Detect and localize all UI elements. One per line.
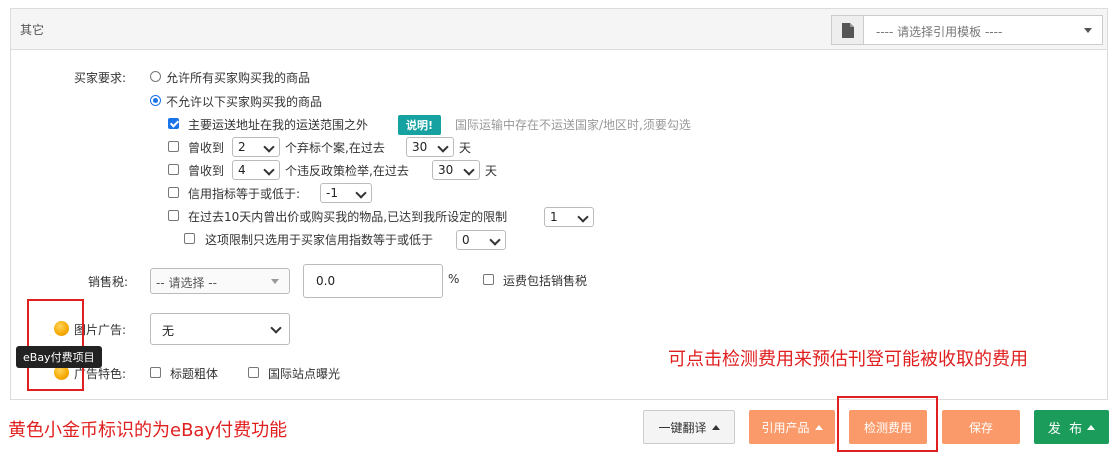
radio-allow-all[interactable] — [150, 71, 161, 82]
checkbox-shipping-tax[interactable] — [483, 274, 494, 285]
translate-button[interactable]: 一键翻译 — [643, 410, 735, 444]
checkbox-purchase-limit[interactable] — [168, 210, 179, 221]
document-icon — [831, 15, 863, 45]
limit-feedback-value: 0 — [462, 233, 470, 247]
chevron-down-icon — [463, 164, 475, 176]
unpaid-days-value: 30 — [412, 140, 428, 154]
shipping-range-label: 主要运送地址在我的运送范围之外 — [188, 118, 369, 132]
purchase-limit-select[interactable]: 1 — [544, 207, 594, 227]
percent-sign: % — [448, 272, 460, 286]
panel-title: 其它 — [20, 23, 45, 37]
cite-product-label: 引用产品 — [761, 420, 810, 435]
violations-count-value: 4 — [238, 163, 246, 177]
limit-feedback-label: 这项限制只选用于买家信用指数等于或低于 — [205, 233, 434, 247]
chevron-down-icon — [263, 164, 275, 176]
feedback-score-value: -1 — [326, 186, 338, 200]
checkbox-policy-violations[interactable] — [168, 164, 179, 175]
sales-tax-select[interactable]: -- 请选择 -- — [150, 268, 290, 294]
checkbox-feedback-score[interactable] — [168, 187, 179, 198]
caret-up-icon — [1087, 424, 1096, 430]
feedback-score-select[interactable]: -1 — [320, 183, 372, 203]
sales-tax-placeholder: -- 请选择 -- — [156, 276, 217, 290]
allow-all-label: 允许所有买家购买我的商品 — [166, 71, 311, 85]
gallery-value: 无 — [162, 324, 175, 338]
paid-feature-tooltip: eBay付费项目 — [16, 346, 102, 368]
violations-prefix: 曾收到 — [188, 164, 225, 178]
caret-down-icon — [271, 279, 279, 284]
panel-header: 其它 ---- 请选择引用模板 ---- — [11, 9, 1107, 50]
unpaid-mid: 个弃标个案,在过去 — [285, 141, 385, 155]
publish-button[interactable]: 发 布 — [1034, 410, 1109, 444]
violations-days-value: 30 — [438, 163, 454, 177]
coin-highlight-box — [27, 299, 84, 391]
unpaid-prefix: 曾收到 — [188, 141, 225, 155]
unpaid-days-select[interactable]: 30 — [406, 137, 454, 157]
shipping-range-hint: 国际运输中存在不运送国家/地区时,须要勾选 — [455, 118, 691, 132]
violations-suffix: 天 — [485, 164, 498, 178]
translate-button-label: 一键翻译 — [658, 420, 707, 435]
checkbox-limit-feedback[interactable] — [184, 233, 195, 244]
fee-annotation: 可点击检测费用来预估刊登可能被收取的费用 — [668, 349, 1028, 370]
violations-mid: 个违反政策检举,在过去 — [285, 164, 409, 178]
checkbox-unpaid-items[interactable] — [168, 141, 179, 152]
cite-product-button[interactable]: 引用产品 — [749, 410, 835, 444]
check-fee-label: 检测费用 — [863, 420, 912, 435]
sales-tax-rate-value: 0.0 — [316, 274, 336, 288]
template-select[interactable]: ---- 请选择引用模板 ---- — [863, 15, 1103, 45]
sales-tax-rate-input[interactable]: 0.0 — [303, 264, 443, 298]
chevron-down-icon — [577, 211, 589, 223]
radio-restrict[interactable] — [150, 95, 161, 106]
chevron-down-icon — [270, 322, 282, 334]
shipping-tax-label: 运费包括销售税 — [503, 274, 588, 288]
coin-annotation: 黄色小金币标识的为eBay付费功能 — [8, 420, 288, 441]
chevron-down-icon — [355, 187, 367, 199]
unpaid-count-value: 2 — [238, 140, 246, 154]
caret-up-icon — [711, 424, 720, 430]
caret-up-icon — [814, 424, 823, 430]
purchase-limit-label: 在过去10天内曾出价或购买我的物品,已达到我所设定的限制 — [188, 210, 508, 224]
checkbox-intl-exposure[interactable] — [248, 367, 259, 378]
checkbox-bold-title[interactable] — [150, 367, 161, 378]
limit-feedback-select[interactable]: 0 — [456, 230, 506, 250]
chevron-down-icon — [437, 141, 449, 153]
chevron-down-icon — [263, 141, 275, 153]
info-badge[interactable]: 说明! — [398, 115, 442, 135]
gallery-select[interactable]: 无 — [150, 313, 290, 345]
check-fee-button[interactable]: 检测费用 — [849, 410, 927, 444]
save-button[interactable]: 保存 — [942, 410, 1020, 444]
bold-title-label: 标题粗体 — [170, 367, 219, 381]
buyer-requirements-label: 买家要求: — [74, 71, 127, 85]
unpaid-suffix: 天 — [459, 141, 472, 155]
chevron-down-icon — [489, 234, 501, 246]
sales-tax-label: 销售税: — [88, 275, 129, 289]
checkbox-shipping-range[interactable] — [168, 118, 179, 129]
violations-days-select[interactable]: 30 — [432, 160, 480, 180]
unpaid-count-select[interactable]: 2 — [232, 137, 280, 157]
save-label: 保存 — [968, 420, 993, 435]
intl-exposure-label: 国际站点曝光 — [268, 367, 341, 381]
violations-count-select[interactable]: 4 — [232, 160, 280, 180]
caret-down-icon — [1084, 28, 1092, 33]
template-select-placeholder: ---- 请选择引用模板 ---- — [876, 25, 1003, 39]
publish-label: 发 布 — [1047, 421, 1083, 437]
purchase-limit-value: 1 — [550, 210, 558, 224]
restrict-label: 不允许以下买家购买我的商品 — [166, 95, 323, 109]
feedback-score-label: 信用指标等于或低于: — [188, 187, 301, 201]
